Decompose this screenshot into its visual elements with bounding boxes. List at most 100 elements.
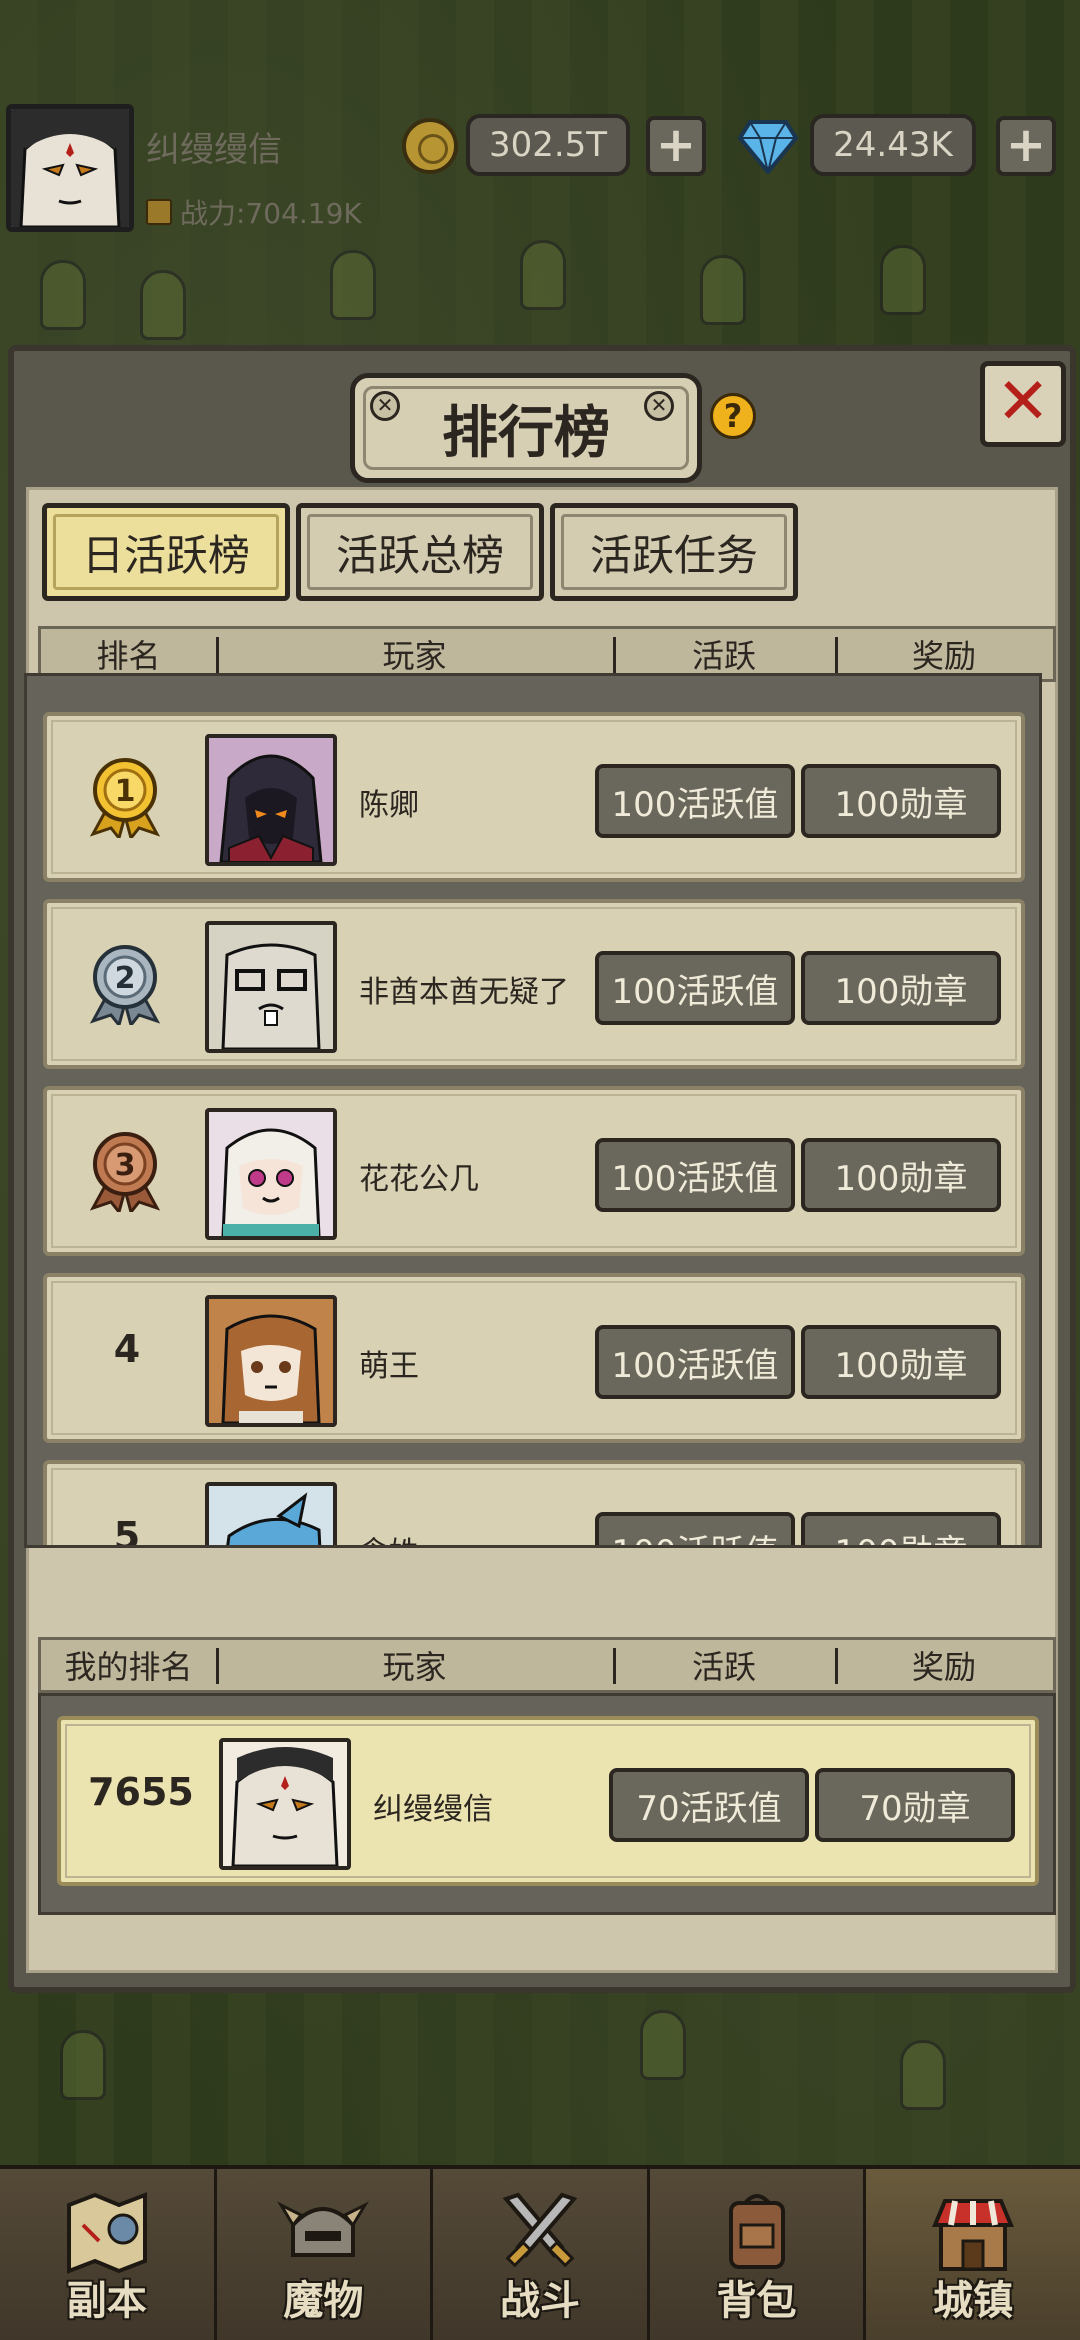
background-sprout	[900, 2040, 946, 2110]
header-reward: 奖励	[835, 631, 1053, 677]
tab-total-activity[interactable]: 活跃总榜	[296, 503, 544, 601]
page-title: 排行榜	[442, 400, 610, 466]
my-rank-number: 7655	[88, 1770, 194, 1814]
avatar[interactable]	[205, 1482, 337, 1545]
nav-town[interactable]: 城镇	[866, 2169, 1080, 2340]
rank-number: 5	[113, 1514, 141, 1548]
table-row[interactable]: 4 萌王 100活跃值 100勋章	[43, 1273, 1025, 1443]
nav-label: 魔物	[283, 2278, 364, 2324]
header-activity: 活跃	[613, 1642, 835, 1688]
header-rank: 排名	[96, 637, 161, 675]
avatar-brown-hair-icon	[209, 1299, 333, 1423]
top-bar: 纠缦缦信 战力:704.19K 302.5T + 24.43K +	[0, 100, 1080, 240]
medal-rank: 2	[115, 961, 136, 996]
nav-dungeon[interactable]: 副本	[0, 2169, 217, 2340]
nav-label: 背包	[716, 2278, 797, 2324]
diamond-icon	[738, 120, 798, 174]
background-sprout	[60, 2030, 106, 2100]
reward-value: 100勋章	[801, 764, 1001, 838]
nav-label: 副本	[66, 2278, 147, 2324]
player-name: 萌王	[359, 1349, 419, 1384]
avatar-hooded-knight-icon	[209, 738, 333, 862]
background-sprout	[520, 240, 566, 310]
help-button[interactable]: ?	[710, 393, 756, 439]
gold-medal-icon: 1	[89, 758, 161, 838]
tab-daily-activity[interactable]: 日活跃榜	[42, 503, 290, 601]
power-icon	[146, 199, 172, 225]
add-gold-button[interactable]: +	[646, 116, 706, 176]
player-name: 纠缦缦信	[373, 1792, 493, 1827]
avatar-player-icon	[223, 1742, 347, 1866]
player-name: 陈卿	[359, 788, 419, 823]
nav-battle[interactable]: 战斗	[433, 2169, 650, 2340]
add-gem-button[interactable]: +	[996, 116, 1056, 176]
combat-power: 战力:704.19K	[146, 192, 362, 232]
header-reward: 奖励	[835, 1642, 1053, 1688]
reward-value: 70勋章	[815, 1768, 1015, 1842]
combat-power-label: 战力:704.19K	[180, 197, 362, 230]
gold-coin-icon	[402, 118, 458, 174]
nav-monster[interactable]: 魔物	[216, 2169, 434, 2340]
activity-value: 100活跃值	[595, 764, 795, 838]
table-row[interactable]: 5 念姝 100活跃值 100勋章	[43, 1460, 1025, 1548]
reward-value: 100勋章	[801, 1138, 1001, 1212]
table-row[interactable]: 2 非酋本酋无疑了 100活跃值 100勋章	[43, 899, 1025, 1069]
table-row[interactable]: 1 陈卿 100活跃值 100勋章	[43, 712, 1025, 882]
my-rank-row[interactable]: 7655 纠缦缦信 70活跃值 70勋章	[57, 1716, 1039, 1886]
avatar-white-hair-girl-icon	[209, 1112, 333, 1236]
bronze-medal-icon: 3	[89, 1132, 161, 1212]
rank-number: 4	[113, 1327, 141, 1371]
avatar[interactable]	[205, 1108, 337, 1240]
tab-label: 活跃总榜	[335, 530, 504, 580]
background-sprout	[140, 270, 186, 340]
player-name: 花花公几	[359, 1162, 479, 1197]
medal-rank: 1	[115, 774, 136, 809]
background-sprout	[330, 250, 376, 320]
tab-label: 活跃任务	[589, 530, 758, 580]
background-sprout	[880, 245, 926, 315]
silver-medal-icon: 2	[89, 945, 161, 1025]
reward-value: 100勋章	[801, 951, 1001, 1025]
map-icon	[66, 2192, 147, 2274]
background-sprout	[40, 260, 86, 330]
player-name: 非酋本酋无疑了	[359, 975, 569, 1010]
avatar[interactable]	[205, 734, 337, 866]
avatar-rabbit-icon	[209, 925, 333, 1049]
activity-value: 70活跃值	[609, 1768, 809, 1842]
activity-value: 100活跃值	[595, 951, 795, 1025]
activity-value: 100活跃值	[595, 1138, 795, 1212]
avatar-blue-dragon-icon	[209, 1486, 333, 1545]
reward-value: 100勋章	[801, 1325, 1001, 1399]
header-activity: 活跃	[613, 631, 835, 677]
background-sprout	[640, 2010, 686, 2080]
avatar[interactable]	[205, 921, 337, 1053]
player-avatar[interactable]	[6, 104, 134, 232]
nav-label: 城镇	[933, 2278, 1014, 2324]
shop-icon	[932, 2199, 1015, 2271]
tab-activity-tasks[interactable]: 活跃任务	[550, 503, 798, 601]
header-player: 玩家	[216, 631, 613, 677]
tab-label: 日活跃榜	[81, 530, 250, 580]
player-name: 念姝	[359, 1528, 419, 1545]
monster-helmet-icon	[277, 2201, 370, 2257]
medal-rank: 3	[115, 1148, 136, 1183]
nav-backpack[interactable]: 背包	[649, 2169, 867, 2340]
my-rank-area: 7655 纠缦缦信 70活跃值 70勋章	[38, 1693, 1056, 1915]
gold-amount: 302.5T	[466, 114, 630, 176]
bottom-nav: 副本 魔物 战斗 背包 城镇	[0, 2165, 1080, 2340]
title-plate: 排行榜	[350, 373, 702, 483]
activity-value: 100活跃值	[595, 1325, 795, 1399]
ranking-list[interactable]: 1 陈卿 100活跃值 100勋章 2 非酋本酋无疑了 100活跃值 100勋章…	[24, 673, 1042, 1548]
activity-value: 100活跃值	[595, 1512, 795, 1545]
header-player: 玩家	[216, 1642, 613, 1688]
crossed-swords-icon	[502, 2192, 578, 2268]
bolt-icon: ✕	[644, 391, 674, 421]
avatar[interactable]	[219, 1738, 351, 1870]
bolt-icon: ✕	[370, 391, 400, 421]
reward-value: 100勋章	[801, 1512, 1001, 1545]
header-my-rank: 我的排名	[64, 1648, 193, 1686]
avatar[interactable]	[205, 1295, 337, 1427]
close-button[interactable]: ✕	[980, 361, 1066, 447]
table-row[interactable]: 3 花花公几 100活跃值 100勋章	[43, 1086, 1025, 1256]
gem-amount: 24.43K	[810, 114, 976, 176]
